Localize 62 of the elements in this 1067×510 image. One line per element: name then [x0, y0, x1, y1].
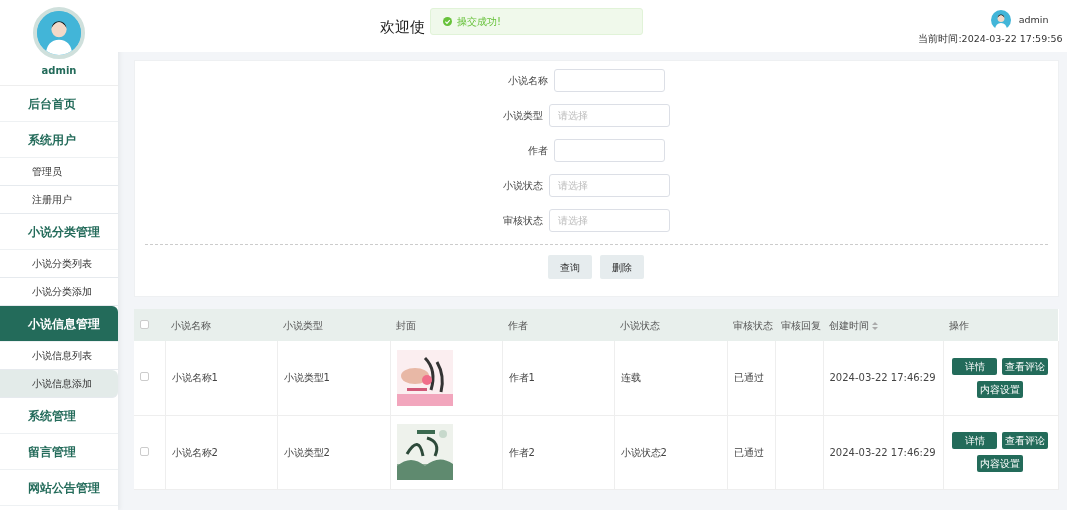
menu-group[interactable]: 网站公告管理 [0, 470, 118, 506]
table-cell: 作者2 [508, 446, 535, 458]
check-icon [443, 17, 452, 26]
input-field[interactable] [553, 69, 665, 92]
delete-button[interactable]: 删除 [600, 255, 645, 279]
menu-group[interactable]: 小说分类管理 [0, 214, 118, 250]
column-header: 小说状态 [620, 319, 660, 331]
column-header: 小说名称 [171, 319, 211, 331]
column-header: 小说类型 [283, 319, 323, 331]
column-header: 审核回复 [781, 319, 821, 331]
table-cell: 作者1 [508, 372, 535, 384]
menu-group[interactable]: 留言管理 [0, 434, 118, 470]
menu-item[interactable]: 注册用户 [0, 186, 118, 214]
field-label: 审核状态 [501, 214, 543, 228]
select-field[interactable]: 请选择 [548, 209, 670, 232]
field-label: 小说类型 [501, 109, 543, 123]
table-cell: 小说状态2 [620, 446, 667, 458]
menu-group[interactable]: 小说信息管理 [0, 306, 118, 342]
menu-group[interactable]: 系统用户 [0, 122, 118, 158]
field-label: 作者 [526, 144, 548, 158]
time-label: 当前时间: [918, 33, 962, 44]
welcome-title: 欢迎使 [380, 17, 425, 38]
table-cell: 已通过 [733, 446, 764, 458]
table-cell: 小说类型1 [283, 372, 330, 384]
toast-message: 操交成功! [457, 15, 501, 29]
column-header: 创建时间 [829, 319, 869, 331]
menu-group[interactable]: 系统管理 [0, 398, 118, 434]
settings-button[interactable]: 内容设置 [977, 455, 1023, 472]
avatar [990, 10, 1011, 30]
table-cell: 小说名称2 [171, 446, 218, 458]
search-button[interactable]: 查询 [548, 255, 593, 279]
column-header: 封面 [396, 319, 416, 331]
input-field[interactable] [553, 139, 665, 162]
table-cell: 连载 [620, 372, 641, 384]
details-button[interactable]: 详情 [952, 432, 997, 449]
select-field[interactable]: 请选择 [548, 104, 670, 127]
table-cell: 小说名称1 [171, 372, 218, 384]
row-checkbox[interactable] [140, 372, 149, 382]
table-cell: 2024-03-22 17:46:29 [829, 446, 936, 458]
user-name: admin [1018, 12, 1049, 27]
comments-button[interactable]: 查看评论 [1002, 357, 1048, 375]
column-header: 审核状态 [733, 319, 773, 331]
settings-button[interactable]: 内容设置 [977, 380, 1023, 398]
menu-item[interactable]: 小说分类列表 [0, 250, 118, 278]
sort-icon[interactable] [872, 321, 879, 330]
row-checkbox[interactable] [140, 446, 149, 456]
avatar [33, 7, 85, 59]
column-header: 操作 [949, 319, 969, 331]
details-button[interactable]: 详情 [952, 357, 997, 375]
column-header: 作者 [508, 319, 528, 331]
select-field[interactable]: 请选择 [548, 174, 670, 197]
field-label: 小说名称 [506, 74, 548, 88]
comments-button[interactable]: 查看评论 [1002, 432, 1048, 449]
menu-item[interactable]: 小说信息添加 [0, 370, 118, 398]
menu-group[interactable]: 后台首页 [0, 86, 118, 122]
user-name: admin [41, 64, 77, 78]
table-cell: 已通过 [733, 372, 764, 384]
menu-item[interactable]: 管理员 [0, 158, 118, 186]
select-all-checkbox[interactable] [140, 319, 149, 329]
table-cell: 小说类型2 [283, 446, 330, 458]
field-label: 小说状态 [501, 179, 543, 193]
table-cell: 2024-03-22 17:46:29 [829, 372, 936, 384]
